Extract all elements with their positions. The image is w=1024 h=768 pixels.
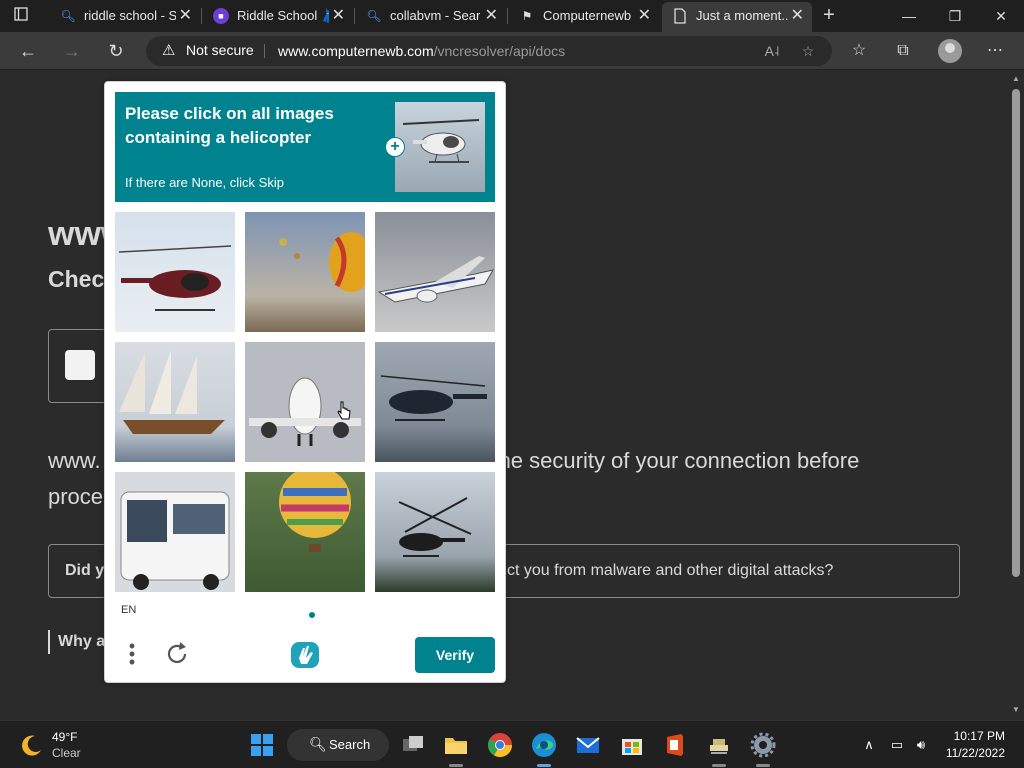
- address-bar[interactable]: ⚠︎ Not secure www.computernewb.com/vncre…: [146, 36, 832, 66]
- weather-condition[interactable]: Clear: [52, 746, 81, 760]
- minimize-button[interactable]: —: [886, 4, 932, 28]
- store-icon[interactable]: [618, 731, 646, 759]
- tab-label: collabvm - Sear: [390, 8, 481, 23]
- body-start: www.: [48, 448, 101, 473]
- verify-button[interactable]: Verify: [415, 637, 495, 673]
- captcha-image-grid: [115, 212, 495, 592]
- search-icon: 🔍︎: [366, 9, 382, 23]
- info-question: Did y: [65, 562, 105, 579]
- tab-riddle-search[interactable]: 🔍︎ riddle school - S ✕: [50, 2, 200, 32]
- tab-just-a-moment[interactable]: Just a moment... ✕: [662, 2, 812, 32]
- collections-icon[interactable]: ⧉: [890, 39, 916, 63]
- search-icon: 🔍︎: [60, 9, 76, 23]
- new-tab-button[interactable]: +: [816, 4, 842, 28]
- file-explorer-icon[interactable]: [442, 731, 470, 759]
- favorites-icon[interactable]: ☆: [846, 39, 872, 63]
- close-icon[interactable]: ✕: [179, 2, 192, 30]
- forward-button[interactable]: →: [58, 38, 86, 64]
- captcha-image-helicopter[interactable]: [115, 212, 235, 332]
- language-selector[interactable]: EN: [121, 604, 136, 616]
- challenge-checkbox[interactable]: [65, 350, 95, 380]
- profile-avatar-icon[interactable]: [938, 39, 962, 63]
- window-close-button[interactable]: ✕: [978, 4, 1024, 28]
- clock-date[interactable]: 11/22/2022: [946, 746, 1005, 760]
- url-text[interactable]: www.computernewb.com/vncresolver/api/doc…: [278, 43, 565, 59]
- refresh-button[interactable]: ↻: [102, 38, 130, 64]
- tab-computernewb[interactable]: ⚑ Computernewb ✕: [509, 2, 659, 32]
- menu-icon[interactable]: • • •: [127, 637, 137, 671]
- captcha-image-helicopter[interactable]: [375, 472, 495, 592]
- tab-actions-button[interactable]: [10, 6, 32, 26]
- search-icon: 🔍︎: [309, 736, 327, 752]
- close-icon[interactable]: ✕: [638, 2, 651, 30]
- chevron-up-icon[interactable]: ∧: [860, 735, 878, 755]
- warning-icon: ⚠︎: [162, 42, 176, 59]
- sample-helicopter-image[interactable]: [395, 102, 485, 192]
- tab-actions-icon: [14, 7, 28, 21]
- weather-temperature[interactable]: 49°F: [52, 730, 77, 744]
- tab-collabvm-search[interactable]: 🔍︎ collabvm - Sear ✕: [356, 2, 506, 32]
- url-host: www.computernewb.com: [278, 43, 434, 59]
- security-status[interactable]: Not secure: [186, 42, 254, 58]
- office-icon[interactable]: [661, 731, 689, 759]
- task-view-icon[interactable]: [399, 731, 427, 759]
- captcha-image-sailboat[interactable]: [115, 342, 235, 462]
- close-icon[interactable]: ✕: [485, 2, 498, 30]
- scroll-down-arrow-icon[interactable]: ▼: [1011, 705, 1021, 715]
- taskbar: 49°F Clear 🔍︎ Search ∧ ▭ 🔊︎ 10:17 PM 11/…: [0, 720, 1024, 768]
- captcha-image-helicopter[interactable]: [375, 342, 495, 462]
- add-favorite-icon[interactable]: ☆: [798, 42, 818, 60]
- clock-time[interactable]: 10:17 PM: [954, 729, 1005, 743]
- read-aloud-icon[interactable]: A˨: [762, 42, 782, 60]
- body-mid: he security of your connection before: [498, 448, 860, 473]
- tab-label: Riddle School 👗: [237, 8, 329, 23]
- restore-button[interactable]: ❐: [932, 4, 978, 28]
- tab-riddle-twitch[interactable]: ■ Riddle School 👗 ✕: [203, 2, 353, 32]
- page-icon: [672, 8, 688, 24]
- prompt-subtext: If there are None, click Skip: [125, 175, 284, 190]
- hcaptcha-logo-icon: [289, 640, 321, 670]
- more-options-icon[interactable]: ⋯: [982, 39, 1008, 63]
- moon-icon[interactable]: [20, 733, 44, 757]
- search-label: Search: [329, 737, 371, 752]
- twitch-icon: ■: [213, 8, 229, 24]
- taskbar-search[interactable]: 🔍︎ Search: [287, 729, 389, 761]
- start-icon[interactable]: [248, 731, 276, 759]
- chrome-icon[interactable]: [486, 731, 514, 759]
- edge-icon[interactable]: [530, 731, 558, 759]
- captcha-image-balloon[interactable]: [245, 472, 365, 592]
- tab-label: Just a moment...: [696, 8, 788, 23]
- back-button[interactable]: ←: [14, 38, 42, 64]
- page-scrollbar[interactable]: ▲ ▼: [1008, 71, 1024, 720]
- tab-bar: 🔍︎ riddle school - S ✕ ■ Riddle School 👗…: [0, 0, 1024, 32]
- info-tail: ct you from malware and other digital at…: [507, 562, 834, 579]
- url-path: /vncresolver/api/docs: [433, 43, 566, 59]
- scroll-up-arrow-icon[interactable]: ▲: [1011, 74, 1021, 84]
- close-icon[interactable]: ✕: [791, 2, 804, 30]
- captcha-prompt: Please click on all images containing a …: [115, 92, 495, 202]
- network-icon[interactable]: ▭: [888, 735, 906, 755]
- body-end: proce: [48, 484, 104, 509]
- settings-icon[interactable]: [749, 731, 777, 759]
- computernewb-icon: ⚑: [521, 9, 533, 23]
- captcha-image-balloon[interactable]: [245, 212, 365, 332]
- page-indicator-dot: [309, 612, 315, 618]
- captcha-dialog: Please click on all images containing a …: [104, 81, 506, 683]
- navigation-bar: ← → ↻ ⚠︎ Not secure www.computernewb.com…: [0, 32, 1024, 70]
- captcha-image-bus[interactable]: [115, 472, 235, 592]
- add-icon[interactable]: +: [385, 137, 405, 157]
- captcha-image-airplane[interactable]: [375, 212, 495, 332]
- app-icon[interactable]: [705, 731, 733, 759]
- tab-label: riddle school - S: [84, 8, 176, 23]
- volume-icon[interactable]: 🔊︎: [912, 735, 930, 755]
- refresh-challenge-icon[interactable]: [163, 640, 191, 668]
- prompt-text: Please click on all images containing a …: [125, 104, 334, 147]
- hand-cursor-icon: [337, 401, 351, 420]
- mail-icon[interactable]: [574, 731, 602, 759]
- why-link[interactable]: Why a: [48, 630, 105, 654]
- close-icon[interactable]: ✕: [332, 2, 345, 30]
- tab-label: Computernewb: [543, 8, 632, 23]
- scroll-thumb[interactable]: [1012, 89, 1020, 577]
